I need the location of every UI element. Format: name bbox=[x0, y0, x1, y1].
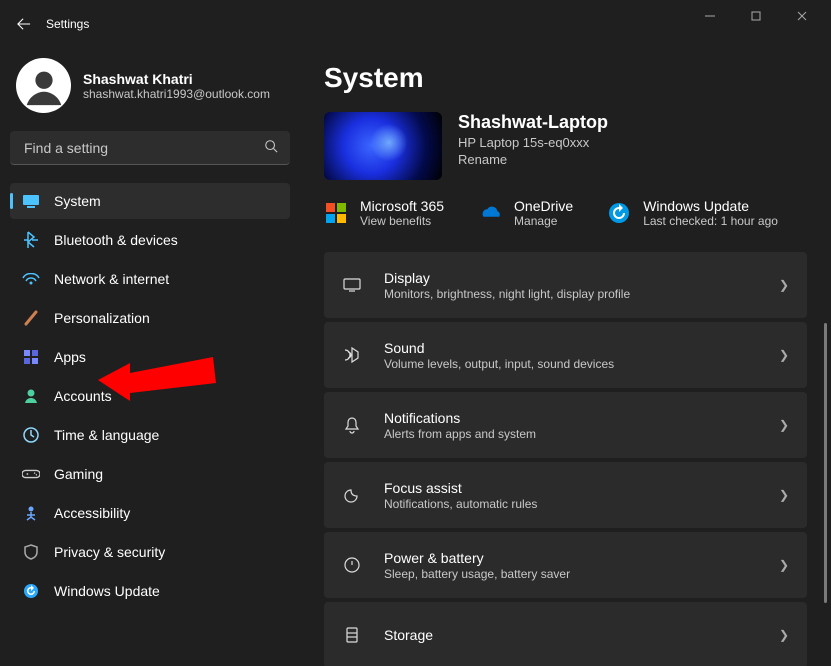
service-update[interactable]: Windows Update Last checked: 1 hour ago bbox=[607, 198, 778, 228]
setting-title: Notifications bbox=[384, 410, 757, 426]
nav-item-system[interactable]: System bbox=[10, 183, 290, 219]
setting-icon bbox=[342, 625, 362, 645]
setting-power-battery[interactable]: Power & batterySleep, battery usage, bat… bbox=[324, 532, 807, 598]
service-label: OneDrive bbox=[514, 198, 573, 214]
setting-title: Sound bbox=[384, 340, 757, 356]
chevron-right-icon: ❯ bbox=[779, 418, 789, 432]
service-m365[interactable]: Microsoft 365 View benefits bbox=[324, 198, 444, 228]
device-model: HP Laptop 15s-eq0xxx bbox=[458, 135, 608, 150]
nav-item-accessibility[interactable]: Accessibility bbox=[10, 495, 290, 531]
nav-icon bbox=[22, 387, 40, 405]
scrollbar[interactable] bbox=[824, 323, 827, 666]
back-button[interactable] bbox=[6, 6, 42, 42]
search-input[interactable] bbox=[22, 139, 264, 157]
nav-icon bbox=[22, 192, 40, 210]
page-title: System bbox=[324, 62, 807, 94]
setting-sub: Notifications, automatic rules bbox=[384, 497, 757, 511]
scrollbar-thumb[interactable] bbox=[824, 323, 827, 603]
nav-icon bbox=[22, 582, 40, 600]
service-label: Microsoft 365 bbox=[360, 198, 444, 214]
nav-label: Time & language bbox=[54, 427, 159, 443]
chevron-right-icon: ❯ bbox=[779, 628, 789, 642]
nav-icon bbox=[22, 426, 40, 444]
nav-icon bbox=[22, 231, 40, 249]
device-card[interactable]: Shashwat-Laptop HP Laptop 15s-eq0xxx Ren… bbox=[324, 112, 807, 180]
nav-icon bbox=[22, 543, 40, 561]
setting-icon bbox=[342, 345, 362, 365]
nav-item-gaming[interactable]: Gaming bbox=[10, 456, 290, 492]
nav-item-windows-update[interactable]: Windows Update bbox=[10, 573, 290, 609]
setting-title: Storage bbox=[384, 627, 757, 643]
user-profile[interactable]: Shashwat Khatri shashwat.khatri1993@outl… bbox=[10, 52, 290, 125]
m365-icon bbox=[324, 201, 348, 225]
setting-storage[interactable]: Storage ❯ bbox=[324, 602, 807, 666]
nav-item-time-language[interactable]: Time & language bbox=[10, 417, 290, 453]
setting-title: Power & battery bbox=[384, 550, 757, 566]
nav-icon bbox=[22, 465, 40, 483]
chevron-right-icon: ❯ bbox=[779, 348, 789, 362]
window-title: Settings bbox=[46, 17, 89, 31]
nav-item-bluetooth-devices[interactable]: Bluetooth & devices bbox=[10, 222, 290, 258]
nav-label: Personalization bbox=[54, 310, 150, 326]
chevron-right-icon: ❯ bbox=[779, 488, 789, 502]
search-box[interactable] bbox=[10, 131, 290, 165]
nav-label: Bluetooth & devices bbox=[54, 232, 178, 248]
nav-icon bbox=[22, 504, 40, 522]
setting-focus-assist[interactable]: Focus assistNotifications, automatic rul… bbox=[324, 462, 807, 528]
nav-icon bbox=[22, 348, 40, 366]
setting-title: Display bbox=[384, 270, 757, 286]
avatar bbox=[16, 58, 71, 113]
search-icon bbox=[264, 139, 278, 156]
setting-display[interactable]: DisplayMonitors, brightness, night light… bbox=[324, 252, 807, 318]
setting-sub: Sleep, battery usage, battery saver bbox=[384, 567, 757, 581]
nav-label: Windows Update bbox=[54, 583, 160, 599]
setting-icon bbox=[342, 275, 362, 295]
device-wallpaper bbox=[324, 112, 442, 180]
nav-label: System bbox=[54, 193, 101, 209]
service-sub: View benefits bbox=[360, 214, 444, 228]
setting-icon bbox=[342, 555, 362, 575]
setting-sub: Volume levels, output, input, sound devi… bbox=[384, 357, 757, 371]
user-email: shashwat.khatri1993@outlook.com bbox=[83, 87, 270, 101]
nav-label: Apps bbox=[54, 349, 86, 365]
setting-notifications[interactable]: NotificationsAlerts from apps and system… bbox=[324, 392, 807, 458]
main-pane: System Shashwat-Laptop HP Laptop 15s-eq0… bbox=[300, 48, 831, 666]
service-onedrive[interactable]: OneDrive Manage bbox=[478, 198, 573, 228]
nav-label: Network & internet bbox=[54, 271, 169, 287]
chevron-right-icon: ❯ bbox=[779, 278, 789, 292]
setting-icon bbox=[342, 415, 362, 435]
nav-label: Privacy & security bbox=[54, 544, 165, 560]
update-icon bbox=[607, 201, 631, 225]
nav-label: Accessibility bbox=[54, 505, 130, 521]
setting-title: Focus assist bbox=[384, 480, 757, 496]
setting-sub: Monitors, brightness, night light, displ… bbox=[384, 287, 757, 301]
service-sub: Manage bbox=[514, 214, 573, 228]
setting-sound[interactable]: SoundVolume levels, output, input, sound… bbox=[324, 322, 807, 388]
minimize-button[interactable] bbox=[687, 0, 733, 32]
service-label: Windows Update bbox=[643, 198, 778, 214]
nav-icon bbox=[22, 270, 40, 288]
close-button[interactable] bbox=[779, 0, 825, 32]
maximize-button[interactable] bbox=[733, 0, 779, 32]
setting-sub: Alerts from apps and system bbox=[384, 427, 757, 441]
nav-item-privacy-security[interactable]: Privacy & security bbox=[10, 534, 290, 570]
nav-label: Gaming bbox=[54, 466, 103, 482]
nav-item-apps[interactable]: Apps bbox=[10, 339, 290, 375]
chevron-right-icon: ❯ bbox=[779, 558, 789, 572]
user-name: Shashwat Khatri bbox=[83, 71, 270, 87]
service-sub: Last checked: 1 hour ago bbox=[643, 214, 778, 228]
device-name: Shashwat-Laptop bbox=[458, 112, 608, 133]
nav-item-network-internet[interactable]: Network & internet bbox=[10, 261, 290, 297]
rename-link[interactable]: Rename bbox=[458, 152, 608, 167]
nav-item-personalization[interactable]: Personalization bbox=[10, 300, 290, 336]
setting-icon bbox=[342, 485, 362, 505]
nav-icon bbox=[22, 309, 40, 327]
nav-label: Accounts bbox=[54, 388, 112, 404]
onedrive-icon bbox=[478, 201, 502, 225]
nav-item-accounts[interactable]: Accounts bbox=[10, 378, 290, 414]
sidebar: Shashwat Khatri shashwat.khatri1993@outl… bbox=[0, 48, 300, 666]
